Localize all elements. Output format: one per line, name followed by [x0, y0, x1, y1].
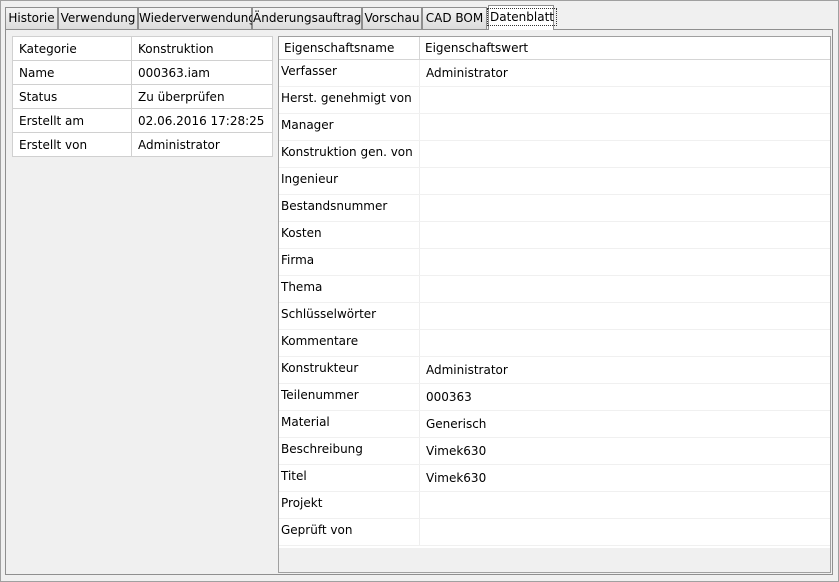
property-value[interactable] — [420, 303, 830, 329]
property-row[interactable]: Thema — [279, 276, 830, 303]
tab-cad-bom[interactable]: CAD BOM — [422, 7, 487, 29]
property-value[interactable] — [420, 519, 830, 545]
property-name: Beschreibung — [279, 438, 420, 464]
property-value[interactable] — [420, 249, 830, 275]
info-row: Kategorie Konstruktion — [12, 36, 273, 61]
column-header-name[interactable]: Eigenschaftsname — [279, 37, 420, 59]
tab-aenderungsauftrag[interactable]: Änderungsauftrag — [252, 7, 362, 29]
property-row[interactable]: Beschreibung Vimek630 — [279, 438, 830, 465]
property-value[interactable]: Administrator — [420, 60, 830, 86]
property-value[interactable] — [420, 195, 830, 221]
property-value[interactable] — [420, 222, 830, 248]
property-name: Kommentare — [279, 330, 420, 356]
property-name: Geprüft von — [279, 519, 420, 545]
property-grid[interactable]: Eigenschaftsname Eigenschaftswert Verfas… — [278, 36, 831, 573]
info-key: Erstellt am — [12, 108, 132, 133]
tab-historie[interactable]: Historie — [5, 7, 58, 29]
property-value[interactable]: Vimek630 — [420, 438, 830, 464]
tab-verwendung[interactable]: Verwendung — [58, 7, 138, 29]
property-name: Firma — [279, 249, 420, 275]
property-name: Teilenummer — [279, 384, 420, 410]
property-row[interactable]: Titel Vimek630 — [279, 465, 830, 492]
property-row[interactable]: Herst. genehmigt von — [279, 87, 830, 114]
info-value: Administrator — [131, 132, 273, 157]
property-name: Konstruktion gen. von — [279, 141, 420, 167]
property-name: Thema — [279, 276, 420, 302]
info-row: Erstellt von Administrator — [12, 132, 273, 157]
property-name: Kosten — [279, 222, 420, 248]
property-value[interactable] — [420, 276, 830, 302]
document-info-table: Kategorie Konstruktion Name 000363.iam S… — [12, 36, 273, 157]
property-row[interactable]: Kosten — [279, 222, 830, 249]
column-header-value[interactable]: Eigenschaftswert — [420, 37, 830, 59]
info-value: Konstruktion — [131, 36, 273, 61]
property-name: Bestandsnummer — [279, 195, 420, 221]
property-row[interactable]: Projekt — [279, 492, 830, 519]
info-value: Zu überprüfen — [131, 84, 273, 109]
property-name: Manager — [279, 114, 420, 140]
property-value[interactable] — [420, 114, 830, 140]
property-row[interactable]: Manager — [279, 114, 830, 141]
info-row: Status Zu überprüfen — [12, 84, 273, 109]
property-row[interactable]: Bestandsnummer — [279, 195, 830, 222]
info-key: Erstellt von — [12, 132, 132, 157]
tab-label: Verwendung — [60, 11, 136, 25]
property-name: Verfasser — [279, 60, 420, 86]
datenblatt-panel: Kategorie Konstruktion Name 000363.iam S… — [5, 29, 833, 575]
property-row[interactable]: Material Generisch — [279, 411, 830, 438]
property-value[interactable]: Vimek630 — [420, 465, 830, 491]
property-value[interactable] — [420, 168, 830, 194]
property-row[interactable]: Schlüsselwörter — [279, 303, 830, 330]
window-frame: Historie Verwendung Wiederverwendung Änd… — [0, 0, 839, 582]
property-value[interactable] — [420, 330, 830, 356]
property-value[interactable]: 000363 — [420, 384, 830, 410]
grid-empty-area — [279, 548, 830, 572]
property-name: Projekt — [279, 492, 420, 518]
property-name: Herst. genehmigt von — [279, 87, 420, 113]
property-value[interactable]: Administrator — [420, 357, 830, 383]
property-row[interactable]: Konstrukteur Administrator — [279, 357, 830, 384]
tab-datenblatt[interactable]: Datenblatt — [486, 5, 558, 30]
info-value: 000363.iam — [131, 60, 273, 85]
tab-label: Historie — [8, 11, 55, 25]
property-row[interactable]: Geprüft von — [279, 519, 830, 546]
property-value[interactable] — [420, 141, 830, 167]
grid-body: Verfasser Administrator Herst. genehmigt v… — [279, 60, 830, 546]
property-row[interactable]: Ingenieur — [279, 168, 830, 195]
property-name: Ingenieur — [279, 168, 420, 194]
info-value: 02.06.2016 17:28:25 — [131, 108, 273, 133]
property-name: Titel — [279, 465, 420, 491]
property-value[interactable] — [420, 87, 830, 113]
property-name: Schlüsselwörter — [279, 303, 420, 329]
info-key: Status — [12, 84, 132, 109]
property-row[interactable]: Konstruktion gen. von — [279, 141, 830, 168]
property-name: Material — [279, 411, 420, 437]
tab-label: Datenblatt — [486, 8, 558, 26]
tab-label: Wiederverwendung — [139, 11, 256, 25]
property-value[interactable]: Generisch — [420, 411, 830, 437]
property-row[interactable]: Kommentare — [279, 330, 830, 357]
tab-label: CAD BOM — [425, 11, 484, 25]
tab-label: Vorschau — [364, 11, 420, 25]
property-row[interactable]: Teilenummer 000363 — [279, 384, 830, 411]
property-name: Konstrukteur — [279, 357, 420, 383]
property-row[interactable]: Firma — [279, 249, 830, 276]
grid-header: Eigenschaftsname Eigenschaftswert — [279, 37, 830, 60]
info-key: Kategorie — [12, 36, 132, 61]
tab-label: Änderungsauftrag — [253, 11, 362, 25]
info-row: Erstellt am 02.06.2016 17:28:25 — [12, 108, 273, 133]
property-value[interactable] — [420, 492, 830, 518]
info-row: Name 000363.iam — [12, 60, 273, 85]
tab-vorschau[interactable]: Vorschau — [362, 7, 422, 29]
info-key: Name — [12, 60, 132, 85]
tab-wiederverwendung[interactable]: Wiederverwendung — [138, 7, 256, 29]
property-row[interactable]: Verfasser Administrator — [279, 60, 830, 87]
